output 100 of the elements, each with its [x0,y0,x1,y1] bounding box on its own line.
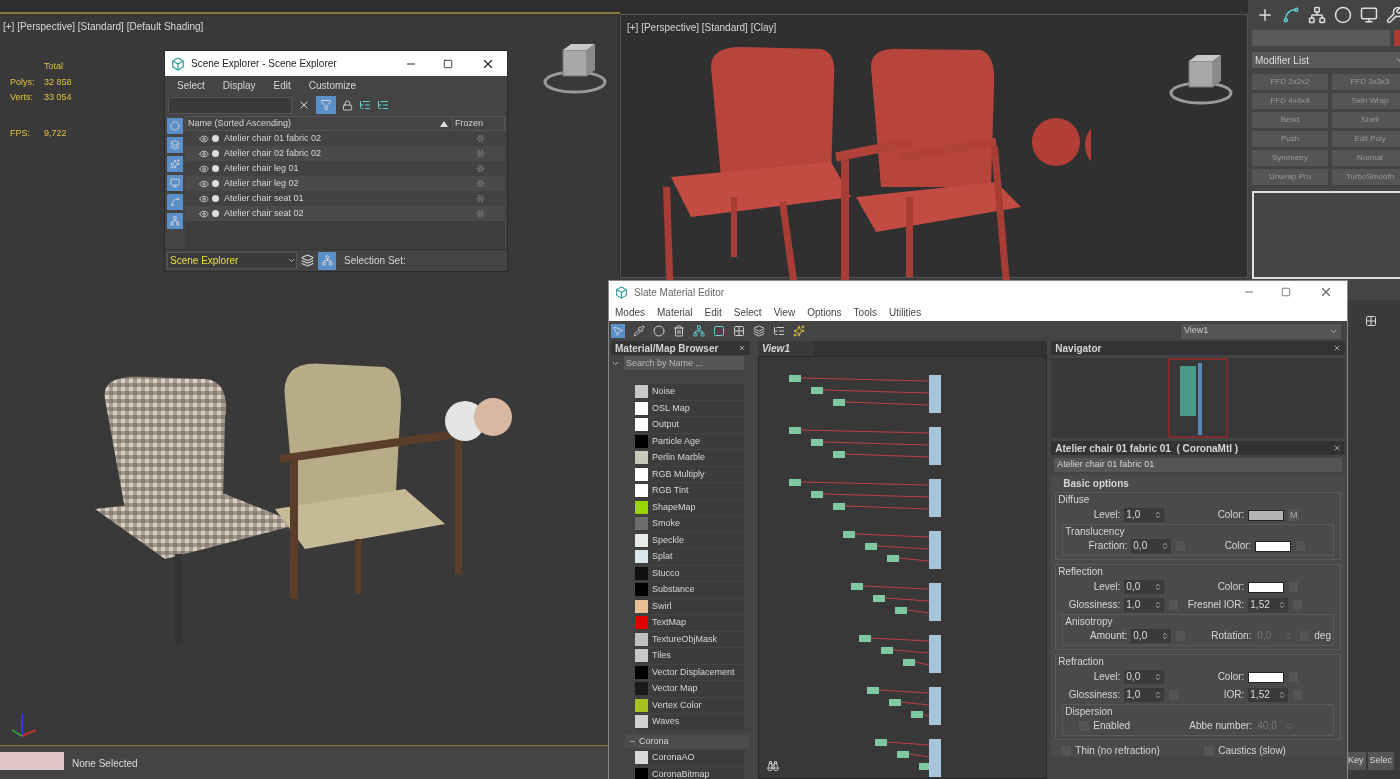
layers-icon[interactable] [753,325,765,337]
map-list-item[interactable]: Tiles [635,648,744,664]
map-node[interactable] [810,387,823,394]
tree-icon[interactable] [773,325,785,337]
map-list-item[interactable]: OSL Map [635,400,744,416]
hierarchy-icon[interactable] [377,99,389,111]
spinner-arrows-icon[interactable] [1154,511,1163,519]
spinner-arrows-icon[interactable] [1278,601,1287,609]
map-node[interactable] [894,607,907,614]
map-node[interactable] [886,555,899,562]
script-listener-field[interactable] [0,752,64,770]
rollout-title[interactable]: Basic options [1055,477,1341,490]
sphere-icon[interactable] [653,325,665,337]
visibility-icon[interactable] [199,148,209,159]
binoculars-icon[interactable] [766,760,779,772]
modifier-stack[interactable] [1252,191,1400,279]
spinner-field[interactable]: 0,0 [1131,539,1172,553]
spinner-field[interactable]: 0,0 [1131,629,1172,643]
color-swatch[interactable] [1255,540,1292,552]
menu-item[interactable]: Utilities [888,304,922,320]
map-list-item[interactable]: CoronaAO [635,750,744,766]
menu-item[interactable]: Options [807,304,842,320]
spinner-field[interactable]: 1,52 [1248,688,1289,702]
map-list-item[interactable]: RGB Multiply [635,466,744,482]
map-node[interactable] [872,595,885,602]
material-node[interactable] [928,583,941,621]
map-list-item[interactable]: TextureObjMask [635,631,744,647]
navigator-view[interactable] [1051,358,1345,438]
wrench-icon[interactable] [1386,6,1400,24]
map-list-item[interactable]: CoronaBitmap [635,766,744,779]
map-node[interactable] [896,751,909,758]
view-dropdown[interactable]: View1 [1181,323,1341,339]
material-name-field[interactable]: Atelier chair 01 fabric 01 [1054,458,1342,472]
spinner-arrows-icon[interactable] [1161,542,1170,550]
column-header[interactable]: Frozen [452,116,504,131]
search-field[interactable]: Search by Name ... [624,356,744,370]
map-node[interactable] [832,451,845,458]
curve-icon[interactable] [1282,6,1300,24]
menu-item[interactable]: Tools [853,304,877,320]
maximize-icon[interactable] [443,58,453,69]
map-list-item[interactable]: TextMap [635,615,744,631]
maximize-icon[interactable] [1281,287,1291,297]
menu-item[interactable]: Customize [308,77,357,93]
hierarchy-icon[interactable] [1308,6,1326,24]
spinner-arrows-icon[interactable] [1154,601,1163,609]
map-node[interactable] [788,479,801,486]
spinner-field[interactable]: 1,0 [1124,688,1165,702]
material-node[interactable] [928,375,941,413]
display-icon[interactable] [1360,6,1378,24]
view-cube-icon[interactable] [543,44,607,96]
viewport-label[interactable]: [+] [Perspective] [Standard] [Clay] [627,20,777,35]
spinner-arrows-icon[interactable] [1154,691,1163,699]
map-list-item[interactable]: Vertex Color [635,697,744,713]
visibility-icon[interactable] [199,163,209,174]
view-cube-icon[interactable] [1169,55,1233,107]
map-node[interactable] [788,375,801,382]
material-node[interactable] [928,531,941,569]
hierarchy-icon[interactable] [359,99,371,111]
map-list-item[interactable]: Smoke [635,516,744,532]
map-list-item[interactable]: Stucco [635,565,744,581]
map-node[interactable] [888,699,901,706]
map-list-item[interactable]: Particle Age [635,433,744,449]
create-icon[interactable] [1256,6,1274,24]
map-list-item[interactable]: Substance [635,582,744,598]
color-swatch[interactable] [1248,509,1285,521]
spinner-field[interactable]: 1,52 [1248,598,1289,612]
column-header[interactable]: Name (Sorted Ascending) [186,116,440,131]
map-node[interactable] [874,739,887,746]
map-node[interactable] [858,635,871,642]
map-node[interactable] [832,399,845,406]
menu-item[interactable]: Select [733,304,762,320]
visibility-icon[interactable] [199,193,209,204]
map-node[interactable] [810,491,823,498]
map-node[interactable] [866,687,879,694]
menu-item[interactable]: Edit [704,304,722,320]
visibility-icon[interactable] [199,208,209,219]
menu-item[interactable]: Material [657,304,693,320]
explorer-dropdown[interactable]: Scene Explorer [167,252,297,269]
spinner-arrows-icon[interactable] [1154,673,1163,681]
trash-icon[interactable] [673,325,685,337]
material-node[interactable] [928,635,941,673]
visibility-icon[interactable] [199,178,209,189]
layout-icon[interactable] [693,325,705,337]
key-button[interactable]: Selec [1367,752,1395,770]
spinner-field[interactable]: 0,0 [1124,670,1165,684]
hierarchy-toggle[interactable] [318,251,336,270]
clear-icon[interactable] [298,99,310,111]
material-node[interactable] [928,479,941,517]
map-node[interactable] [864,543,877,550]
map-list-item[interactable]: Perlin Marble [635,450,744,466]
spinner-arrows-icon[interactable] [1161,632,1170,640]
map-list-item[interactable]: Splat [635,549,744,565]
map-list-item[interactable]: ShapeMap [635,499,744,515]
map-list-item[interactable]: Waves [635,714,744,730]
grid-icon[interactable] [733,325,745,337]
sphere-icon[interactable] [1334,6,1352,24]
modifier-list-dropdown[interactable]: Modifier List [1252,52,1400,68]
map-node[interactable] [842,531,855,538]
material-node[interactable] [928,739,941,777]
map-list-item[interactable]: Swirl [635,598,744,614]
